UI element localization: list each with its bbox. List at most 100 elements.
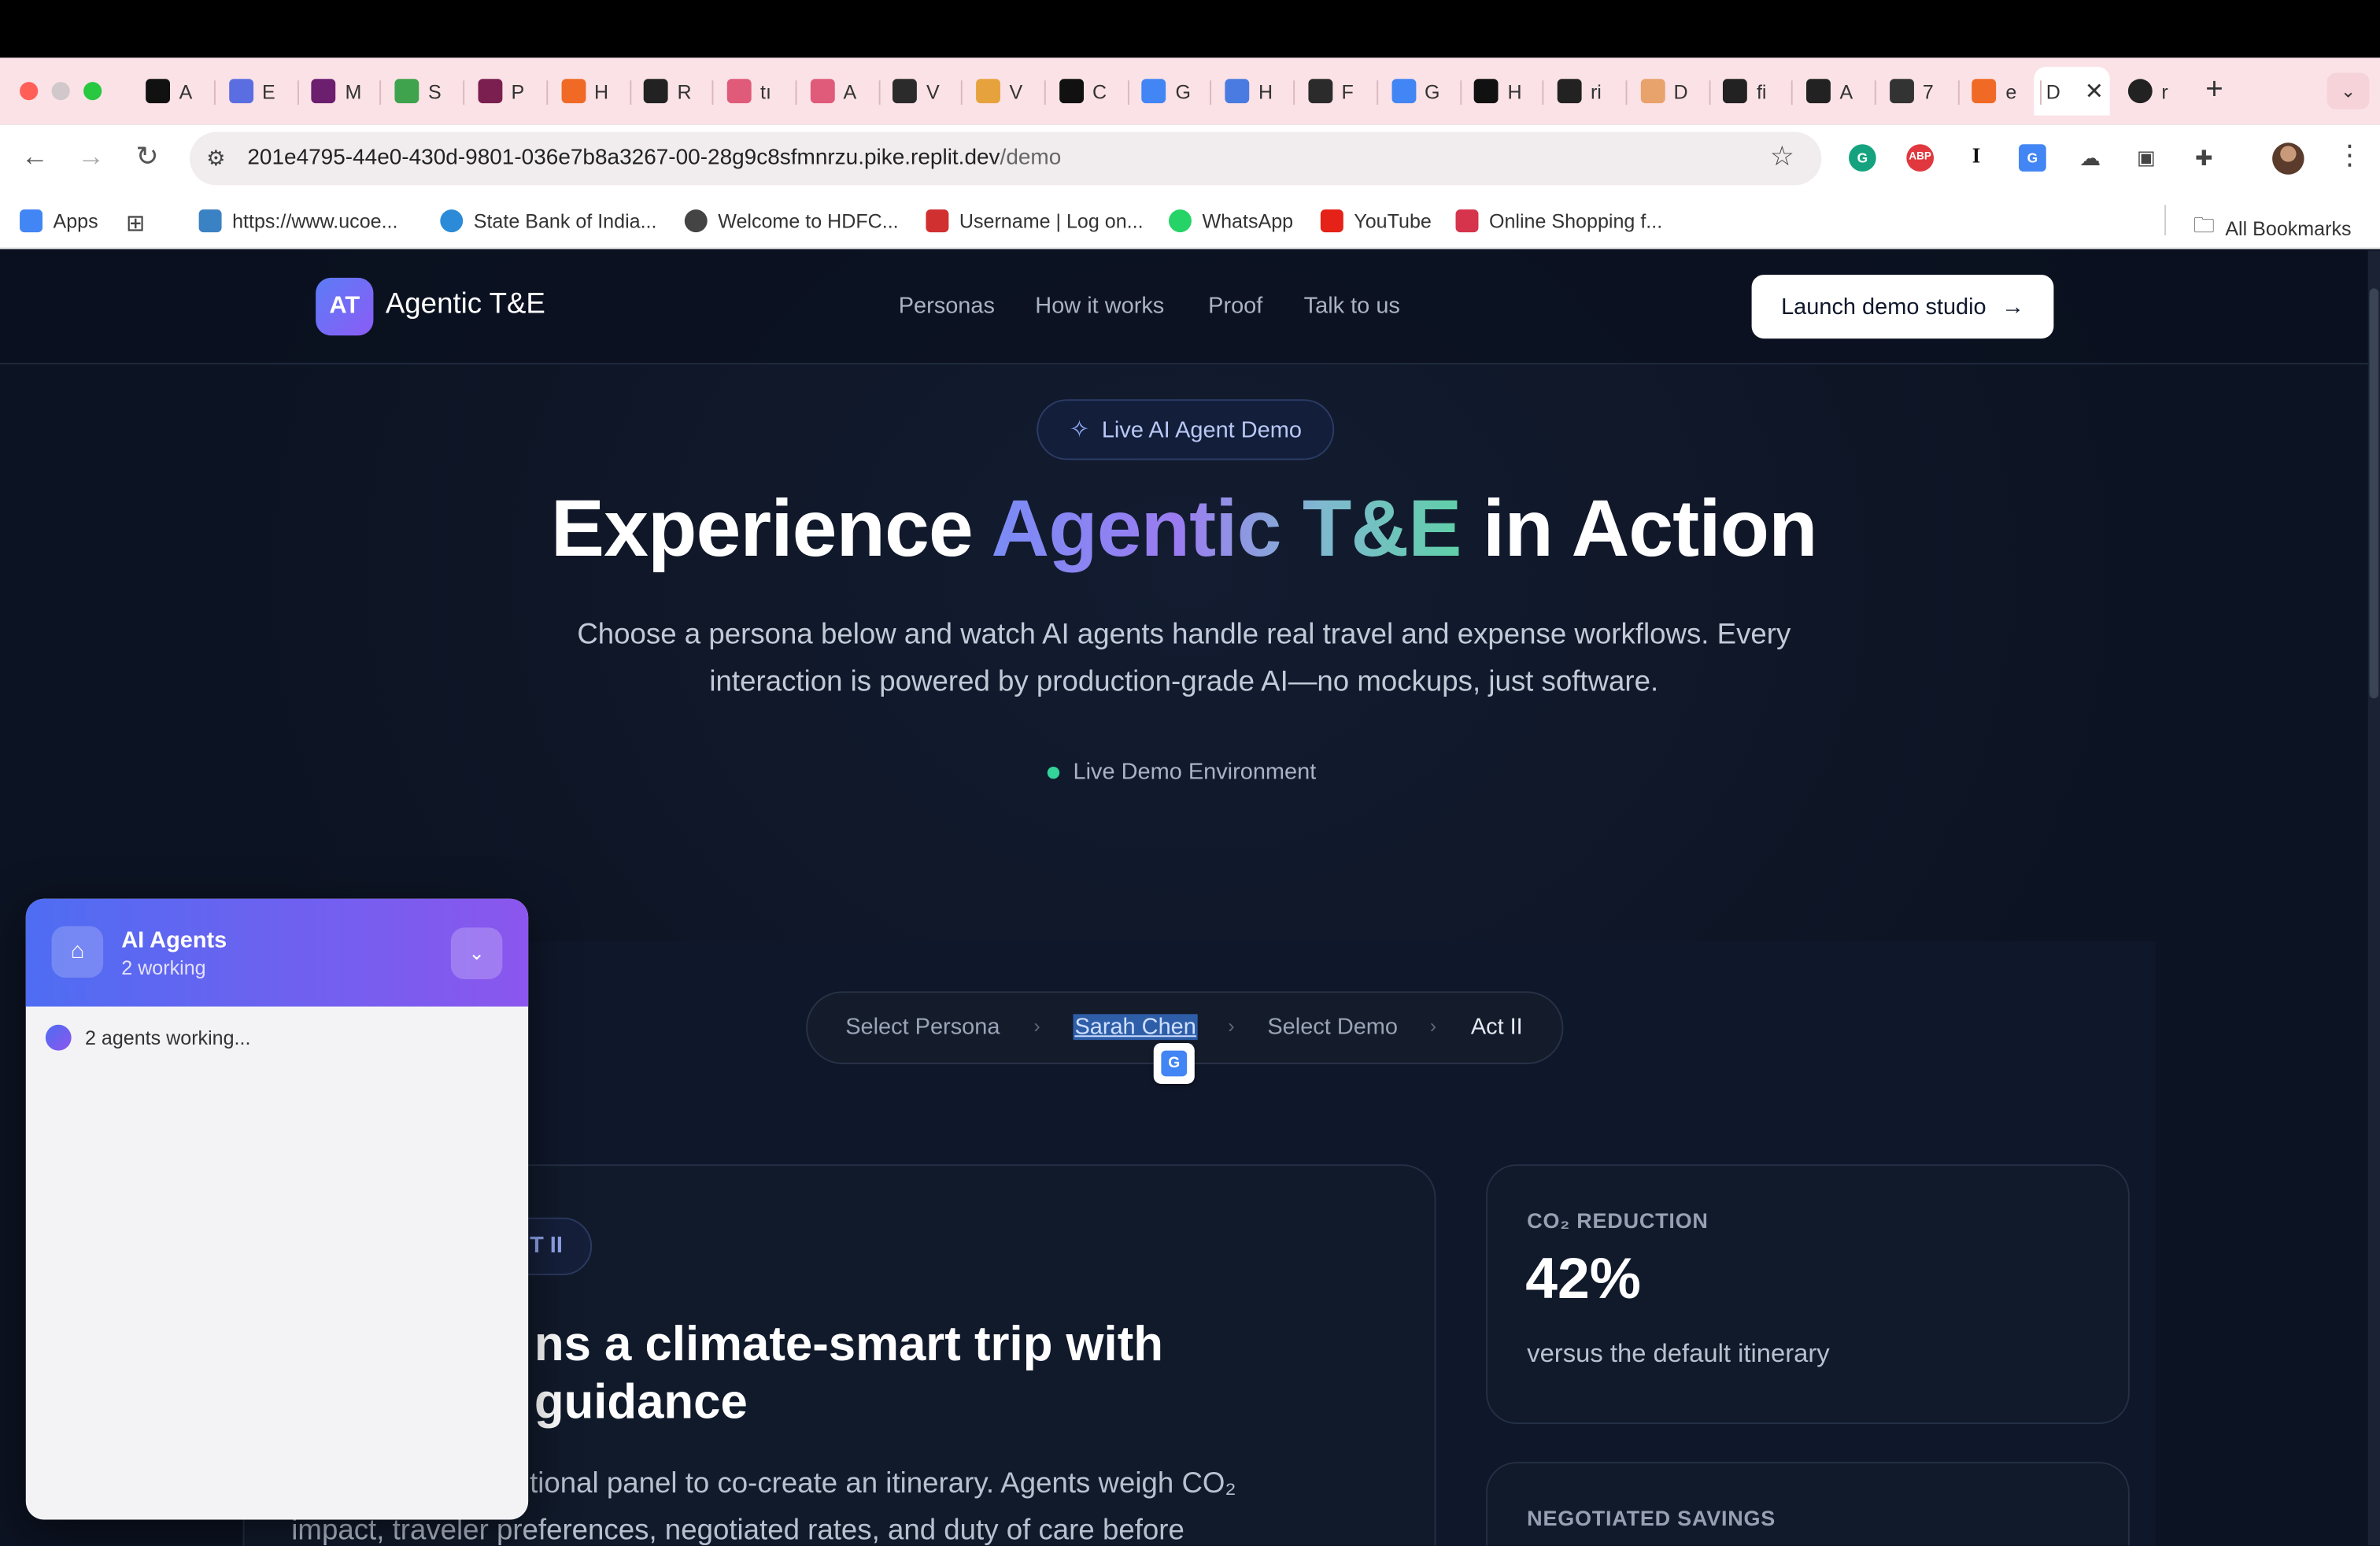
tab-separator: [213, 80, 216, 105]
launch-demo-label: Launch demo studio: [1781, 294, 1986, 320]
nav-personas[interactable]: Personas: [899, 293, 995, 319]
bookmark-star-icon[interactable]: ☆: [1770, 141, 1794, 173]
url-host: 201e4795-44e0-430d-9801-036e7b8a3267-00-…: [247, 146, 1000, 171]
browser-tab[interactable]: A: [798, 67, 880, 116]
chevron-down-icon[interactable]: ⌄: [450, 927, 503, 979]
folder-icon: 🗀: [2193, 213, 2215, 237]
url-text[interactable]: 201e4795-44e0-430d-9801-036e7b8a3267-00-…: [247, 146, 1061, 170]
browser-tab[interactable]: G: [1130, 67, 1212, 116]
breadcrumb-select-persona[interactable]: Select Persona: [845, 1014, 1000, 1040]
browser-tab[interactable]: ri: [1545, 67, 1628, 116]
nav-talk-to-us[interactable]: Talk to us: [1304, 293, 1400, 319]
hero-title-highlight: Agentic T&E: [991, 484, 1462, 575]
browser-tab[interactable]: S: [382, 67, 465, 116]
cloud-icon[interactable]: ☁: [2076, 144, 2105, 172]
breadcrumb-chevron-icon: ›: [1429, 1014, 1437, 1037]
bookmark-item[interactable]: Welcome to HDFC...: [684, 209, 899, 233]
forward-icon[interactable]: →: [75, 141, 108, 173]
tab-separator: [1791, 80, 1794, 105]
tab-active[interactable]: D ✕: [2034, 66, 2110, 116]
browser-tab[interactable]: H: [549, 67, 631, 116]
profile-avatar[interactable]: [2272, 142, 2304, 175]
browser-tab[interactable]: fi: [1711, 67, 1794, 116]
scrollbar-thumb[interactable]: [2369, 288, 2379, 699]
tab-search-button[interactable]: ⌄: [2326, 72, 2370, 109]
tab-github[interactable]: r: [2116, 67, 2197, 116]
back-icon[interactable]: ←: [18, 141, 51, 173]
adblock-icon[interactable]: ABP: [1906, 144, 1935, 172]
close-window-button[interactable]: [20, 82, 39, 101]
agent-activity-dot: [45, 1024, 72, 1051]
logo-text[interactable]: Agentic T&E: [386, 288, 545, 321]
browser-tab[interactable]: V: [964, 67, 1046, 116]
new-tab-button[interactable]: +: [2205, 73, 2223, 108]
browser-tab[interactable]: F: [1296, 67, 1378, 116]
tab-separator: [1708, 80, 1710, 105]
tab-separator: [795, 80, 797, 105]
tab-separator: [463, 80, 465, 105]
breadcrumb-persona-name[interactable]: Sarah Chen: [1073, 1014, 1198, 1041]
browser-tab[interactable]: G: [1379, 67, 1462, 116]
browser-tab[interactable]: e: [1961, 67, 2042, 116]
browser-tab[interactable]: H: [1462, 67, 1544, 116]
bookmark-item[interactable]: https://www.ucoe...: [198, 209, 398, 233]
tab-label: H: [1258, 80, 1273, 103]
bookmark-item[interactable]: WhatsApp: [1169, 209, 1293, 233]
hero-title: Experience Agentic T&E in Action: [0, 483, 2368, 575]
robot-extension-icon[interactable]: ▣: [2132, 144, 2160, 172]
all-bookmarks-label: All Bookmarks: [2225, 216, 2352, 239]
nav-how-it-works[interactable]: How it works: [1035, 293, 1164, 319]
tab-favicon-icon: [312, 79, 336, 104]
bookmark-favicon-icon: [1169, 209, 1192, 233]
browser-tab[interactable]: A: [1794, 67, 1876, 116]
tab-groups-icon[interactable]: ⊞: [126, 209, 145, 237]
translate-popup-button[interactable]: G: [1153, 1042, 1195, 1085]
stat-value-co2: 42%: [1525, 1248, 1641, 1312]
tab-favicon-icon: [478, 79, 502, 104]
bookmark-item[interactable]: Username | Log on...: [926, 209, 1144, 233]
launch-demo-button[interactable]: Launch demo studio →: [1751, 275, 2054, 339]
bookmark-favicon-icon: [20, 209, 43, 233]
menu-kebab-icon[interactable]: ⋮: [2336, 139, 2363, 172]
stat-label-co2: CO₂ REDUCTION: [1527, 1208, 1709, 1233]
bookmark-item[interactable]: YouTube: [1320, 209, 1432, 233]
browser-tab[interactable]: M: [300, 67, 382, 116]
grammarly-icon[interactable]: G: [1849, 144, 1876, 172]
bookmark-favicon-icon: [440, 209, 464, 233]
browser-tab[interactable]: H: [1213, 67, 1295, 116]
browser-tab[interactable]: D: [1628, 67, 1710, 116]
close-tab-icon[interactable]: ✕: [2085, 77, 2104, 105]
browser-tab[interactable]: E: [216, 67, 299, 116]
extensions-puzzle-icon[interactable]: ✚: [2190, 144, 2218, 172]
stat-label-savings: NEGOTIATED SAVINGS: [1527, 1506, 1776, 1531]
tab-favicon-icon: [644, 79, 668, 104]
sparkle-icon: ✧: [1069, 417, 1090, 444]
browser-tab[interactable]: P: [466, 67, 548, 116]
maximize-window-button[interactable]: [83, 82, 102, 101]
all-bookmarks[interactable]: 🗀 All Bookmarks: [2193, 209, 2352, 246]
breadcrumb-select-demo[interactable]: Select Demo: [1267, 1014, 1398, 1040]
browser-tab[interactable]: A: [134, 67, 216, 116]
bookmark-item[interactable]: State Bank of India...: [440, 209, 657, 233]
translate-icon[interactable]: G: [2019, 144, 2046, 172]
tab-label: 7: [1922, 80, 1934, 103]
browser-tab[interactable]: 7: [1877, 67, 1960, 116]
tab-label: G: [1175, 80, 1192, 103]
tab-favicon-icon: [726, 79, 752, 104]
stat-desc-co2: versus the default itinerary: [1527, 1339, 1830, 1368]
minimize-window-button[interactable]: [51, 82, 70, 101]
browser-tab[interactable]: V: [881, 67, 963, 116]
browser-tab[interactable]: R: [632, 67, 714, 116]
nav-proof[interactable]: Proof: [1208, 293, 1262, 319]
tab-separator: [1874, 80, 1876, 105]
site-info-icon[interactable]: ⚙: [206, 146, 225, 172]
reload-icon[interactable]: ↻: [131, 141, 164, 173]
bookmark-item[interactable]: Online Shopping f...: [1455, 209, 1662, 233]
tab-label: P: [511, 80, 525, 103]
instapaper-icon[interactable]: I: [1962, 144, 1990, 172]
browser-tab[interactable]: tı: [715, 67, 797, 116]
bookmark-item[interactable]: Apps: [20, 209, 98, 233]
ai-agents-title: AI Agents: [121, 927, 227, 954]
logo-badge[interactable]: AT: [316, 277, 374, 336]
browser-tab[interactable]: C: [1047, 67, 1129, 116]
